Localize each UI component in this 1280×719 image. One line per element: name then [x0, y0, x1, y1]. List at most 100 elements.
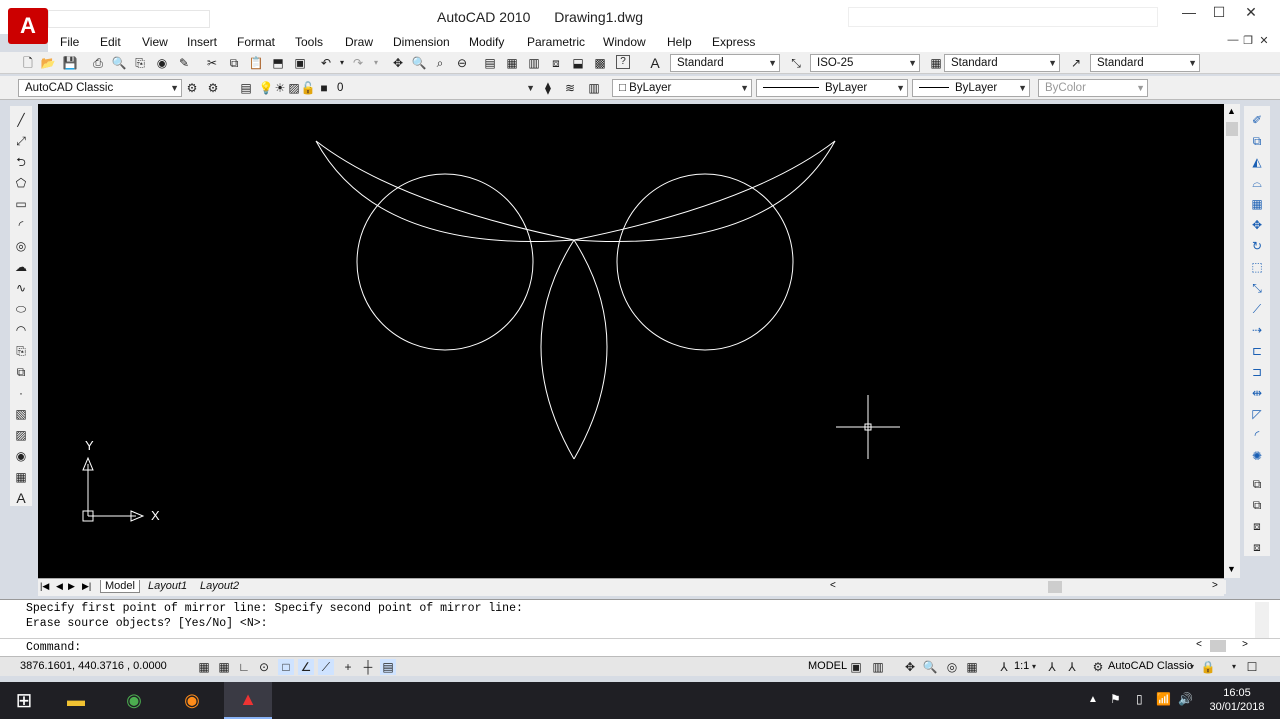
menu-format[interactable]: Format	[237, 35, 275, 49]
workspace-select[interactable]: AutoCAD Classic ▼	[18, 79, 182, 97]
network-icon[interactable]: 📶	[1156, 692, 1171, 706]
doc-minimize-button[interactable]: —	[1226, 34, 1240, 50]
publish-icon[interactable]: ⎘	[132, 55, 148, 71]
scroll-down-icon[interactable]: ▼	[1227, 564, 1236, 574]
doc-close-button[interactable]: ✕	[1257, 34, 1271, 50]
ortho-icon[interactable]: ∟	[236, 659, 252, 675]
text-style-select[interactable]: Standard ▼	[670, 54, 780, 72]
plot-preview-icon[interactable]: 🔍	[111, 55, 127, 71]
pan-status-icon[interactable]: ✥	[902, 659, 918, 675]
start-button[interactable]: ⊞	[0, 682, 48, 719]
menu-tools[interactable]: Tools	[295, 35, 323, 49]
properties-icon[interactable]: ✎	[176, 55, 192, 71]
array-icon[interactable]: ▦	[1249, 196, 1265, 212]
line-icon[interactable]: ╱	[13, 112, 29, 128]
tab-layout1[interactable]: Layout1	[144, 580, 191, 592]
polygon-icon[interactable]: ⬠	[13, 175, 29, 191]
menu-insert[interactable]: Insert	[187, 35, 217, 49]
move-icon[interactable]: ✥	[1249, 217, 1265, 233]
toolbar-lock-icon[interactable]: 🔒	[1200, 659, 1216, 675]
design-center-icon[interactable]: ▦	[504, 55, 520, 71]
layer-previous-icon[interactable]: ≋	[562, 80, 578, 96]
last-tab-icon[interactable]: ▶|	[82, 581, 91, 592]
zoom-previous-icon[interactable]: ⊖	[454, 55, 470, 71]
quick-view-drawings-icon[interactable]: ▥	[870, 659, 886, 675]
layer-select[interactable]: 0 ▼	[330, 79, 538, 97]
system-clock[interactable]: 16:05 30/01/2018	[1200, 686, 1274, 714]
next-tab-icon[interactable]: ▶	[68, 581, 75, 592]
properties-palette-icon[interactable]: ▤	[482, 55, 498, 71]
menu-dimension[interactable]: Dimension	[393, 35, 450, 49]
spline-icon[interactable]: ∿	[13, 280, 29, 296]
trim-icon[interactable]: ⟋	[1249, 301, 1265, 317]
break-icon[interactable]: ⊐	[1249, 364, 1265, 380]
paste-icon[interactable]: 📋	[248, 55, 264, 71]
insert-block-icon[interactable]: ⎘	[13, 343, 29, 359]
annotation-scale-dropdown-icon[interactable]: ▾	[1026, 659, 1042, 675]
redo-dropdown-icon[interactable]: ▾	[368, 55, 384, 71]
arc-icon[interactable]: ◜	[13, 217, 29, 233]
linetype-select[interactable]: ByLayer ▼	[756, 79, 908, 97]
infer-constraints-icon[interactable]: ▦	[196, 659, 212, 675]
calculator-icon[interactable]: ▩	[592, 55, 608, 71]
otrack-icon[interactable]: ∠	[298, 659, 314, 675]
volume-icon[interactable]: 🔊	[1178, 692, 1193, 706]
coordinates-readout[interactable]: 3876.1601, 440.3716 , 0.0000	[20, 660, 167, 672]
osnap-icon[interactable]: □	[278, 659, 294, 675]
bring-above-icon[interactable]: ⧈	[1249, 518, 1265, 534]
stretch-icon[interactable]: ⤡	[1249, 280, 1265, 296]
undo-dropdown-icon[interactable]: ▾	[334, 55, 350, 71]
command-scroll-right-icon[interactable]: >	[1242, 640, 1248, 651]
redo-icon[interactable]: ↷	[350, 55, 366, 71]
model-space-toggle[interactable]: MODEL	[808, 660, 847, 672]
annotation-visibility-icon[interactable]: ⅄	[1044, 659, 1060, 675]
close-button[interactable]: ✕	[1236, 4, 1266, 26]
menu-edit[interactable]: Edit	[100, 35, 121, 49]
clean-screen-icon[interactable]: ☐	[1244, 659, 1260, 675]
grid-icon[interactable]: ▦	[216, 659, 232, 675]
polyline-icon[interactable]: ⮌	[13, 154, 29, 170]
horizontal-scroll-thumb[interactable]	[1048, 581, 1062, 593]
help-icon[interactable]: ?	[616, 55, 630, 69]
circle-icon[interactable]: ◎	[13, 238, 29, 254]
offset-icon[interactable]: ⌓	[1249, 175, 1265, 191]
fillet-icon[interactable]: ◜	[1249, 427, 1265, 443]
menu-file[interactable]: File	[60, 35, 79, 49]
match-properties-icon[interactable]: ⬒	[270, 55, 286, 71]
color-select[interactable]: □ ByLayer ▼	[612, 79, 752, 97]
dyn-icon[interactable]: +	[340, 659, 356, 675]
zoom-realtime-icon[interactable]: 🔍	[411, 55, 427, 71]
ducs-icon[interactable]: ⟋	[318, 659, 334, 675]
erase-icon[interactable]: ✐	[1249, 112, 1265, 128]
scroll-up-icon[interactable]: ▲	[1227, 106, 1236, 116]
zoom-window-icon[interactable]: ⌕	[432, 55, 448, 71]
workspace-save-icon[interactable]: ⚙	[205, 80, 221, 96]
steering-wheel-icon[interactable]: ◎	[944, 659, 960, 675]
construction-line-icon[interactable]: ⤢	[13, 133, 29, 149]
drawing-canvas[interactable]: Y X	[38, 104, 1224, 578]
multileader-style-icon[interactable]: ↗	[1068, 55, 1084, 71]
help-search-box[interactable]	[848, 7, 1158, 27]
quick-view-layouts-icon[interactable]: ▣	[848, 659, 864, 675]
menu-express[interactable]: Express	[712, 35, 755, 49]
plotstyle-select[interactable]: ByColor ▼	[1038, 79, 1148, 97]
cut-icon[interactable]: ✂	[204, 55, 220, 71]
hatch-icon[interactable]: ▧	[13, 406, 29, 422]
gradient-icon[interactable]: ▨	[13, 427, 29, 443]
quick-properties-icon[interactable]: ▤	[380, 659, 396, 675]
action-center-flag-icon[interactable]: ⚑	[1110, 692, 1121, 706]
minimize-button[interactable]: —	[1174, 4, 1204, 26]
mirror-icon[interactable]: ◭	[1249, 154, 1265, 170]
doc-restore-button[interactable]: ❐	[1241, 34, 1255, 50]
battery-icon[interactable]: ▯	[1136, 692, 1143, 706]
taskbar-autocad[interactable]: ▲	[224, 682, 272, 719]
undo-icon[interactable]: ↶	[318, 55, 334, 71]
rectangle-icon[interactable]: ▭	[13, 196, 29, 212]
draw-order-back-icon[interactable]: ⧉	[1249, 497, 1265, 513]
table-icon[interactable]: ▦	[13, 469, 29, 485]
copy-object-icon[interactable]: ⧉	[1249, 133, 1265, 149]
command-prompt[interactable]: Command:	[26, 641, 81, 654]
workspace-gear-icon[interactable]: ⚙	[1090, 659, 1106, 675]
vertical-scroll-thumb[interactable]	[1226, 122, 1238, 136]
taskbar-chrome[interactable]: ◉	[110, 682, 158, 719]
